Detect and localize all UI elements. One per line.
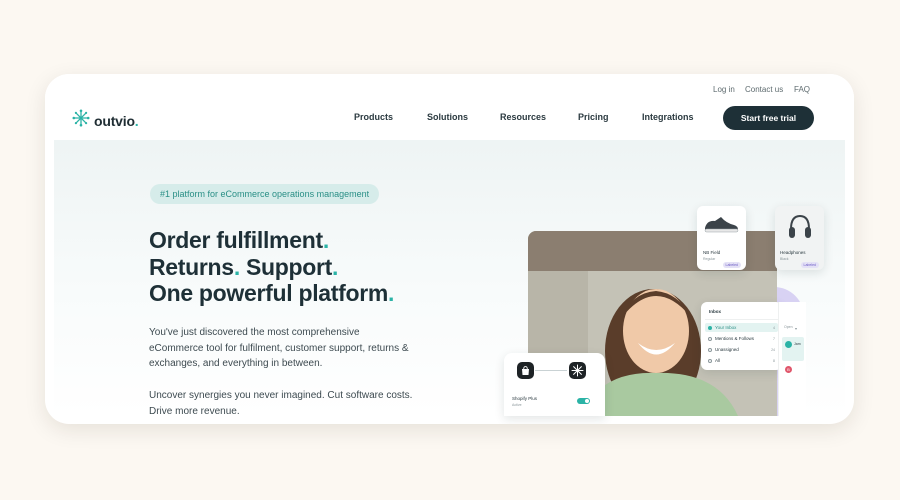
integration-status: Active <box>512 403 522 407</box>
product-name: NB Field <box>703 250 721 255</box>
product-card-headphones: Headphones Black Labeled <box>775 206 824 270</box>
avatar-badge: B <box>785 366 792 373</box>
hero-headline: Order fulfillment. Returns. Support. One… <box>149 227 394 307</box>
integration-name: Shopify Plus <box>512 396 538 401</box>
inbox-title: Inbox <box>709 309 721 314</box>
nav-pricing[interactable]: Pricing <box>578 112 609 122</box>
nav-resources[interactable]: Resources <box>500 112 546 122</box>
all-icon <box>708 358 712 363</box>
inbox-row-count: 8 <box>773 358 775 363</box>
snowflake-logo-icon <box>72 109 90 132</box>
inbox-row-label: Unassigned <box>715 347 739 352</box>
inbox-icon <box>708 325 712 330</box>
nav-products[interactable]: Products <box>354 112 393 122</box>
nav-solutions[interactable]: Solutions <box>427 112 468 122</box>
integration-toggle[interactable] <box>577 398 590 404</box>
contact-us-link[interactable]: Contact us <box>745 85 783 94</box>
headphones-icon <box>788 213 812 246</box>
conversation-item[interactable]: Jam <box>782 337 804 361</box>
browser-frame: Log in Contact us FAQ outvio. Products S… <box>45 74 854 424</box>
product-status-tag: Labeled <box>722 262 741 268</box>
shoe-icon <box>703 214 740 239</box>
hero-paragraph-2: Uncover synergies you never imagined. Cu… <box>149 390 413 417</box>
hero-badge: #1 platform for eCommerce operations man… <box>150 184 380 204</box>
inbox-row-unassigned[interactable]: Unassigned 24 <box>705 345 778 354</box>
product-variant: Regular <box>703 257 716 261</box>
outvio-icon <box>569 362 586 379</box>
open-filter[interactable]: Open <box>784 325 793 329</box>
shopify-bag-icon <box>517 362 534 379</box>
connector-line <box>535 370 567 371</box>
product-variant: Black <box>780 257 789 261</box>
inbox-card: Inbox Your Inbox 4 Mentions & Follows 7 … <box>701 302 782 370</box>
inbox-row-label: All <box>715 358 721 363</box>
unassigned-icon <box>708 347 712 352</box>
inbox-row-count: 4 <box>773 325 775 330</box>
inbox-row-mentions[interactable]: Mentions & Follows 7 <box>705 334 778 343</box>
headline-line-1: Order fulfillment. <box>149 227 329 253</box>
site-header: Log in Contact us FAQ outvio. Products S… <box>45 74 854 140</box>
product-name: Headphones <box>780 250 806 255</box>
inbox-row-label: Your Inbox <box>715 325 737 330</box>
conversation-panel: Open ▾ Jam B <box>778 302 806 416</box>
hero-section: #1 platform for eCommerce operations man… <box>54 140 845 417</box>
login-link[interactable]: Log in <box>713 85 735 94</box>
start-free-trial-button[interactable]: Start free trial <box>723 106 814 130</box>
brand-name: outvio. <box>94 112 139 129</box>
avatar <box>785 341 792 348</box>
nav-integrations[interactable]: Integrations <box>642 112 694 122</box>
divider <box>705 319 778 320</box>
chevron-down-icon: ▾ <box>795 326 798 331</box>
outvio-logo[interactable]: outvio. <box>72 109 139 132</box>
mention-icon <box>708 336 712 341</box>
product-status-tag: Labeled <box>800 262 819 268</box>
headline-line-2: Returns. Support. <box>149 253 339 280</box>
hero-paragraph-1: You've just discovered the most comprehe… <box>149 327 409 369</box>
inbox-row-count: 7 <box>773 336 775 341</box>
faq-link[interactable]: FAQ <box>794 85 810 94</box>
inbox-row-all[interactable]: All 8 <box>705 356 778 365</box>
conversation-name: Jam <box>794 342 801 346</box>
product-card-shoe: NB Field Regular Labeled <box>697 206 746 270</box>
headline-line-3: One powerful platform. <box>149 280 395 306</box>
inbox-row-count: 24 <box>771 347 775 352</box>
inbox-row-your-inbox[interactable]: Your Inbox 4 <box>705 323 778 332</box>
integration-card: Shopify Plus Active <box>504 353 605 416</box>
inbox-row-label: Mentions & Follows <box>715 336 755 341</box>
